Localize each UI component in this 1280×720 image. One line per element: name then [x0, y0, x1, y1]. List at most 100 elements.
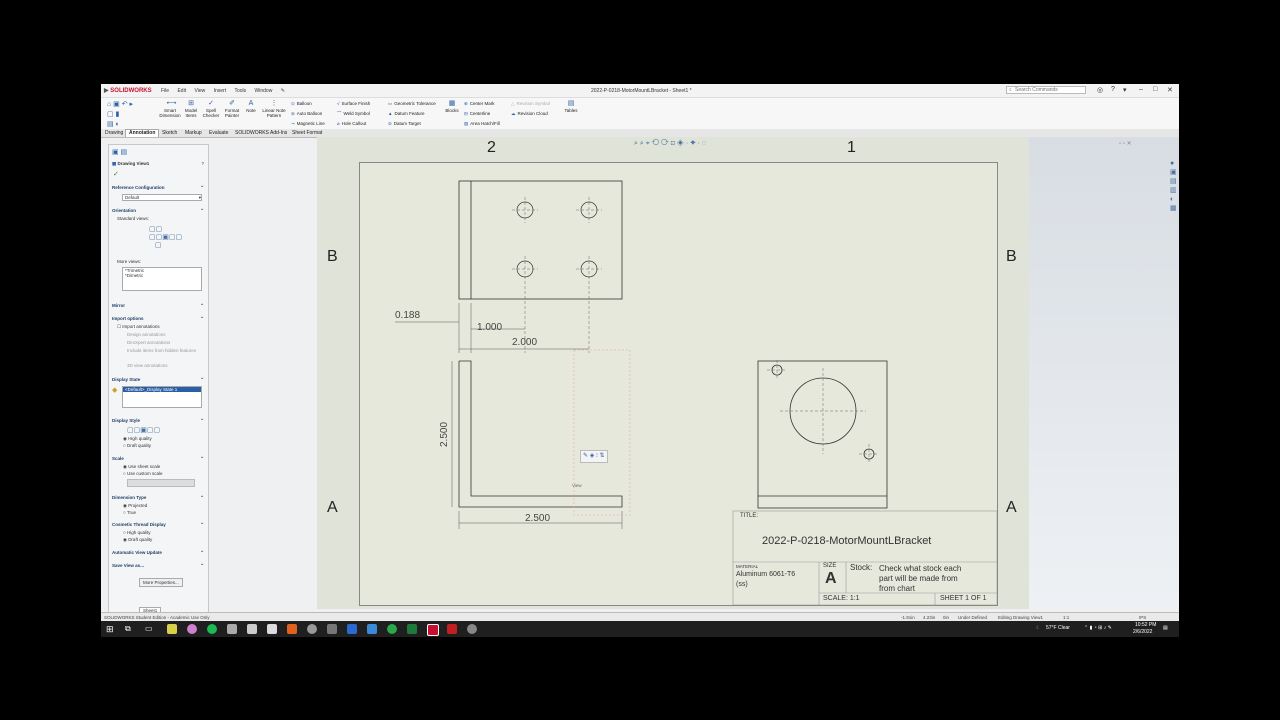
standard-views-buttons[interactable]: ▢▢ ▢▢▣▢▢ ▢ [149, 225, 182, 249]
datum-target-button[interactable]: ⊘ Datum Target [388, 121, 421, 127]
app-icon[interactable] [227, 624, 237, 634]
drawing-sheet[interactable]: ✎ ◈ ⁝ ⇅ View 0.188 1.000 2.000 2.500 2.5… [359, 162, 998, 606]
blocks-button[interactable]: ▦ Blocks [444, 100, 460, 113]
app-icon[interactable] [327, 624, 337, 634]
weather-text[interactable]: 57°F Clear [1046, 625, 1070, 631]
windows-start-icon[interactable]: ⊞ [106, 624, 114, 635]
help-icon[interactable]: ? [1111, 86, 1115, 93]
more-views-list[interactable]: *Trimetric *Dimetric [122, 267, 202, 291]
hole-callout-button[interactable]: ⌀ Hole Callout [337, 121, 366, 127]
menu-insert[interactable]: Insert [214, 88, 227, 94]
spotify-icon[interactable] [207, 624, 217, 634]
task-pane-tabs[interactable]: ● ▣ ▤ ▥ ◐ ▦ [1170, 159, 1177, 213]
centerline-button[interactable]: ⊟ Centerline [464, 111, 490, 117]
orientation-header[interactable]: Orientation [112, 208, 204, 214]
mail-icon[interactable] [367, 624, 377, 634]
ok-checkmark-icon[interactable]: ✓ [113, 170, 119, 178]
tab-evaluate[interactable]: Evaluate [206, 130, 231, 136]
auto-balloon-button[interactable]: ⊚ Auto Balloon [291, 111, 322, 117]
context-toolbar[interactable]: ✎ ◈ ⁝ ⇅ [580, 450, 608, 463]
file-explorer-icon[interactable]: ▭ [145, 624, 153, 633]
solidworks-logo[interactable]: ▶ SOLIDWORKS [104, 87, 152, 94]
use-sheet-scale-radio[interactable]: ◉ Use sheet scale [123, 464, 160, 470]
clock-time[interactable]: 10:52 PM [1135, 622, 1156, 628]
acrobat-icon[interactable] [447, 624, 457, 634]
menu-view[interactable]: View [194, 88, 205, 94]
more-properties-button[interactable]: More Properties... [139, 578, 183, 587]
system-tray-icons[interactable]: ⌃ ▮ ◔ ⊞ ♪ ✎ [1084, 625, 1112, 631]
chrome-icon[interactable] [167, 624, 177, 634]
heads-up-view-toolbar[interactable]: ⌕ ⌕ ⌖ ⟲ ⟳ ⊡ ◈ · ✦ · ◌ [634, 140, 706, 148]
import-options-header[interactable]: Import options [112, 316, 204, 322]
save-view-as-header[interactable]: Save View as... [112, 563, 204, 569]
tab-sketch[interactable]: Sketch [159, 130, 180, 136]
cosmetic-thread-header[interactable]: Cosmetic Thread Display [112, 522, 204, 528]
app-icon[interactable] [307, 624, 317, 634]
ct-high-quality-radio[interactable]: ○ High quality [123, 530, 150, 535]
true-radio[interactable]: ○ True [123, 510, 136, 515]
feature-manager-tabs[interactable]: ▣ ▤ [112, 148, 127, 156]
maximize-icon[interactable]: □ [1153, 86, 1157, 93]
menu-window[interactable]: Window [255, 88, 273, 94]
side-view[interactable] [757, 360, 888, 509]
clock-date[interactable]: 2/6/2022 [1133, 629, 1152, 635]
draft-quality-radio[interactable]: ○ Draft quality [123, 443, 151, 448]
auto-view-update-header[interactable]: Automatic View Update [112, 550, 204, 556]
front-view[interactable] [458, 360, 623, 508]
datum-feature-button[interactable]: ▲ Datum Feature [388, 111, 424, 116]
dimension-1000[interactable]: 1.000 [477, 322, 502, 333]
configuration-select[interactable]: Default ▾ [122, 194, 202, 201]
revision-cloud-button[interactable]: ☁ Revision Cloud [511, 111, 548, 117]
user-icon[interactable]: ◎ [1097, 86, 1103, 94]
tables-button[interactable]: ▤ Tables [563, 100, 579, 113]
projected-radio[interactable]: ◉ Projected [123, 503, 147, 509]
spell-checker-button[interactable]: ✓ Spell Checker [202, 100, 220, 118]
balloon-button[interactable]: ⊙ Balloon [291, 101, 312, 107]
design-annotations-checkbox[interactable]: Design annotations [127, 332, 166, 337]
quick-access-toolbar-2[interactable]: ▢ ▮ [107, 110, 119, 118]
search-commands-input[interactable]: ⌕ Search Commands [1006, 86, 1086, 94]
display-state-list[interactable]: <Default>_Display State 1 [122, 386, 202, 408]
pin-icon[interactable]: ✎ [281, 88, 285, 94]
dimension-vertical-2500[interactable]: 2.500 [439, 422, 450, 447]
close-icon[interactable]: ✕ [1167, 86, 1173, 94]
steam-icon[interactable] [347, 624, 357, 634]
app-icon[interactable] [247, 624, 257, 634]
magnetic-line-button[interactable]: ⊸ Magnetic Line [291, 121, 325, 127]
dimxpert-annotations-checkbox[interactable]: DimXpert annotations [127, 340, 170, 345]
view-selection-box[interactable] [573, 349, 631, 516]
dimension-2000[interactable]: 2.000 [512, 337, 537, 348]
quick-access-toolbar[interactable]: ⌂ ▣ ↶ ▸ [107, 100, 133, 108]
browser-icon[interactable] [187, 624, 197, 634]
dimension-type-header[interactable]: Dimension Type [112, 495, 204, 501]
xbox-icon[interactable] [387, 624, 397, 634]
high-quality-radio[interactable]: ◉ High quality [123, 436, 152, 442]
app-icon[interactable] [467, 624, 477, 634]
more-views-item[interactable]: *Dimetric [125, 273, 201, 278]
ct-draft-quality-radio[interactable]: ◉ Draft quality [123, 537, 152, 543]
menu-file[interactable]: File [161, 88, 169, 94]
tab-sheet-format[interactable]: Sheet Format [289, 130, 325, 136]
viewport-window-controls[interactable]: ▫ ▫ ✕ [1119, 140, 1132, 147]
smart-dimension-button[interactable]: ⟷ Smart Dimension [159, 100, 181, 118]
reference-configuration-header[interactable]: Reference Configuration [112, 185, 204, 191]
notification-icon[interactable]: ▤ [1163, 625, 1168, 631]
include-hidden-features-checkbox[interactable]: Include items from hidden features [127, 348, 197, 353]
minimize-icon[interactable]: – [1139, 86, 1143, 93]
status-units[interactable]: IPS [1139, 615, 1146, 620]
office-icon[interactable] [287, 624, 297, 634]
tab-solidworks-addins[interactable]: SOLIDWORKS Add-Ins [232, 130, 290, 136]
tab-drawing[interactable]: Drawing [102, 130, 126, 136]
note-button[interactable]: A Note [244, 100, 258, 113]
dimension-horizontal-2500[interactable]: 2.500 [525, 513, 550, 524]
display-state-header[interactable]: Display State [112, 377, 204, 383]
model-items-button[interactable]: ⊞ Model Items [183, 100, 199, 118]
center-mark-button[interactable]: ⊕ Center Mark [464, 101, 495, 107]
weld-symbol-button[interactable]: ⌒ Weld Symbol [337, 111, 370, 117]
custom-scale-select[interactable] [127, 479, 195, 487]
display-state-item[interactable]: <Default>_Display State 1 [123, 387, 201, 392]
options-icon[interactable]: ▾ [1123, 86, 1127, 94]
display-style-buttons[interactable]: ▢▢▣▢▢ [127, 426, 160, 434]
revision-symbol-button[interactable]: △ Revision Symbol [511, 101, 550, 107]
tab-markup[interactable]: Markup [182, 130, 205, 136]
